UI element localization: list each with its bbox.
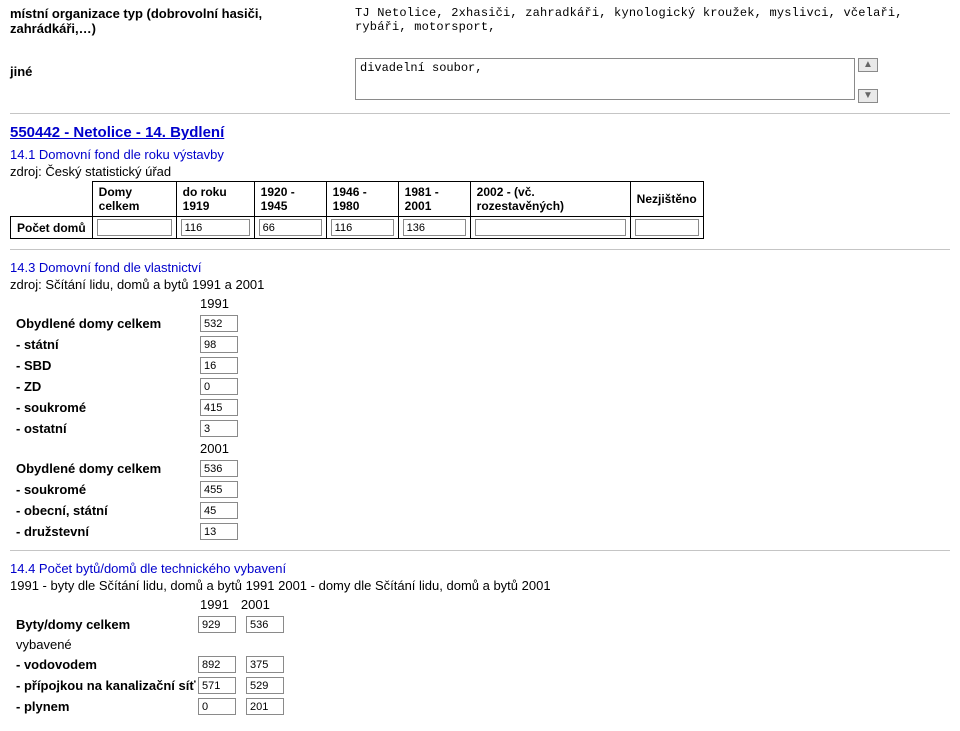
cell-input[interactable]	[97, 219, 172, 236]
divider	[10, 249, 950, 250]
table-14-1: Domy celkem do roku 1919 1920 - 1945 194…	[10, 181, 704, 239]
row-label: - SBD	[10, 358, 190, 373]
cell-input[interactable]	[259, 219, 322, 236]
value-input[interactable]	[200, 420, 238, 437]
cell-input[interactable]	[635, 219, 699, 236]
cell-input[interactable]	[181, 219, 250, 236]
value-input[interactable]	[246, 677, 284, 694]
col-header: 2002 - (vč. rozestavěných)	[470, 182, 630, 217]
value-input[interactable]	[200, 399, 238, 416]
row-label: - soukromé	[10, 400, 190, 415]
col-header: do roku 1919	[176, 182, 254, 217]
row-label: - ZD	[10, 379, 190, 394]
cell-input[interactable]	[475, 219, 626, 236]
spin-down-icon[interactable]: ▼	[858, 89, 878, 103]
sub-14-3-title: 14.3 Domovní fond dle vlastnictví	[10, 260, 950, 275]
cell-input[interactable]	[331, 219, 394, 236]
jine-textarea[interactable]: divadelní soubor,	[355, 58, 855, 100]
cell-input[interactable]	[403, 219, 466, 236]
sub-14-1-title: 14.1 Domovní fond dle roku výstavby	[10, 147, 950, 162]
spin-up-icon[interactable]: ▲	[858, 58, 878, 72]
section-title: 550442 - Netolice - 14. Bydlení	[10, 124, 950, 141]
org-type-value: TJ Netolice, 2xhasiči, zahradkáři, kynol…	[355, 6, 950, 34]
year-col-2: 2001	[241, 597, 270, 612]
value-input[interactable]	[200, 523, 238, 540]
value-input[interactable]	[200, 315, 238, 332]
row-label: - družstevní	[10, 524, 190, 539]
col-header: Domy celkem	[92, 182, 176, 217]
sub-14-4-title: 14.4 Počet bytů/domů dle technického vyb…	[10, 561, 950, 576]
row-label: - soukromé	[10, 482, 190, 497]
value-input[interactable]	[200, 357, 238, 374]
row-label: Byty/domy celkem	[10, 617, 198, 632]
value-input[interactable]	[200, 481, 238, 498]
divider	[10, 550, 950, 551]
row-label: Obydlené domy celkem	[10, 461, 190, 476]
year-1991: 1991	[10, 296, 950, 311]
row-label: - státní	[10, 337, 190, 352]
col-header: 1946 - 1980	[326, 182, 398, 217]
row-label: Obydlené domy celkem	[10, 316, 190, 331]
sub-14-3-source: zdroj: Sčítání lidu, domů a bytů 1991 a …	[10, 277, 950, 292]
value-input[interactable]	[200, 460, 238, 477]
value-input[interactable]	[246, 616, 284, 633]
label-jine: jiné	[10, 58, 345, 79]
row-label: - plynem	[10, 699, 198, 714]
col-header: 1920 - 1945	[254, 182, 326, 217]
row-label: Počet domů	[11, 217, 93, 239]
row-label: - obecní, státní	[10, 503, 190, 518]
label-org-type: místní organizace typ (dobrovolní hasiči…	[10, 6, 345, 36]
row-label: - ostatní	[10, 421, 190, 436]
sub-14-1-source: zdroj: Český statistický úřad	[10, 164, 950, 179]
row-label: - přípojkou na kanalizační síť	[10, 678, 198, 693]
year-2001: 2001	[10, 441, 950, 456]
value-input[interactable]	[246, 698, 284, 715]
row-label: vybavené	[10, 637, 198, 652]
year-col-1: 1991	[200, 597, 229, 612]
sub-14-4-source: 1991 - byty dle Sčítání lidu, domů a byt…	[10, 578, 950, 593]
divider	[10, 113, 950, 114]
col-header: Nezjištěno	[630, 182, 703, 217]
value-input[interactable]	[198, 616, 236, 633]
value-input[interactable]	[198, 698, 236, 715]
value-input[interactable]	[200, 378, 238, 395]
value-input[interactable]	[200, 336, 238, 353]
value-input[interactable]	[198, 677, 236, 694]
col-header: 1981 - 2001	[398, 182, 470, 217]
value-input[interactable]	[200, 502, 238, 519]
